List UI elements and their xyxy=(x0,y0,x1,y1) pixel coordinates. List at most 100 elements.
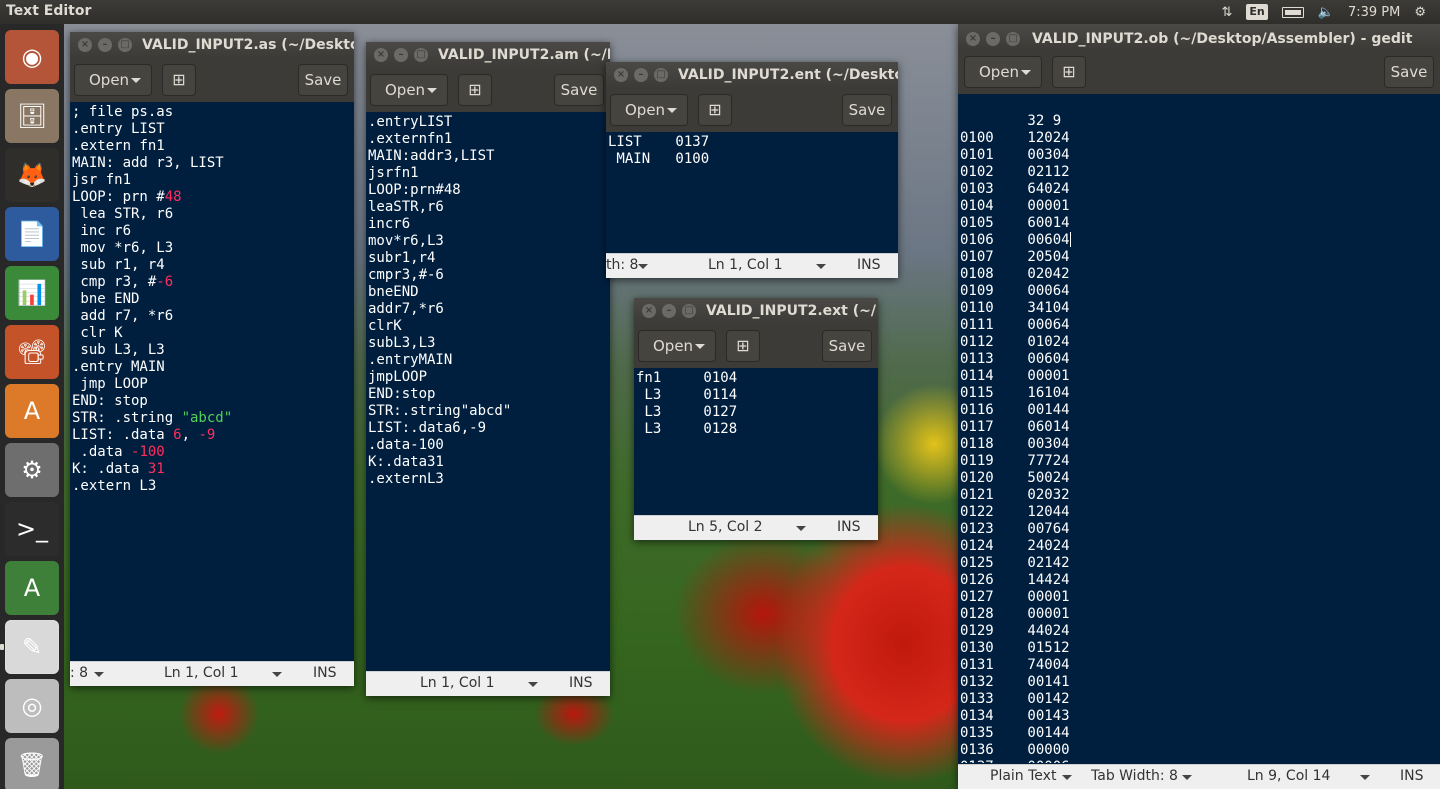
insert-mode[interactable]: INS xyxy=(837,519,861,535)
text-area[interactable]: ; file ps.as .entry LIST .extern fn1 MAIN: … xyxy=(70,104,354,660)
minimize-icon[interactable]: – xyxy=(98,38,112,52)
tab-width-selector[interactable]: th: 8 xyxy=(606,257,638,273)
maximize-icon[interactable]: □ xyxy=(118,38,132,52)
code-token: cmpr3,#-6 xyxy=(368,267,444,283)
terminal-icon[interactable]: >_ xyxy=(5,502,59,556)
minimize-icon[interactable]: – xyxy=(394,48,408,62)
text-area[interactable]: .entryLIST .externfn1 MAIN:addr3,LIST jsrfn… xyxy=(366,114,610,670)
insert-mode[interactable]: INS xyxy=(313,665,337,681)
close-icon[interactable]: × xyxy=(966,32,980,46)
network-icon[interactable]: ⇅ xyxy=(1222,5,1233,20)
cursor-position[interactable]: Ln 5, Col 2 xyxy=(688,519,763,535)
tab-width-selector[interactable]: Tab Width: 8 xyxy=(1091,768,1178,784)
titlebar[interactable]: × – □ VALID_INPUT2.as (~/Desktop xyxy=(70,32,354,58)
open-button[interactable]: Open xyxy=(638,330,716,362)
text-editor-icon[interactable]: ✎ xyxy=(5,620,59,674)
cursor-position[interactable]: Ln 1, Col 1 xyxy=(420,675,495,691)
close-icon[interactable]: × xyxy=(642,304,656,318)
chevron-down-icon[interactable] xyxy=(638,264,648,269)
titlebar[interactable]: × – □ VALID_INPUT2.ob (~/Desktop/Assembl… xyxy=(958,24,1440,50)
editor-window-as[interactable]: × – □ VALID_INPUT2.as (~/Desktop Open ⊞ … xyxy=(70,32,354,686)
save-button[interactable]: Save xyxy=(822,330,872,362)
open-button[interactable]: Open xyxy=(74,64,152,96)
power-gear-icon[interactable]: ⚙ xyxy=(1414,5,1426,20)
code-line: .entry LIST xyxy=(72,121,354,138)
cursor-position[interactable]: Ln 1, Col 1 xyxy=(164,665,239,681)
updater-icon[interactable]: A xyxy=(5,561,59,615)
editor-window-ext[interactable]: × – □ VALID_INPUT2.ext (~/ Open ⊞ Save f… xyxy=(634,298,878,540)
text-area[interactable]: fn1 0104 L3 0114 L3 0127 L3 0128 xyxy=(634,370,878,514)
maximize-icon[interactable]: □ xyxy=(654,68,668,82)
close-icon[interactable]: × xyxy=(614,68,628,82)
titlebar[interactable]: × – □ VALID_INPUT2.ext (~/ xyxy=(634,298,878,324)
minimize-icon[interactable]: – xyxy=(634,68,648,82)
impress-icon[interactable]: 📽 xyxy=(5,325,59,379)
new-document-button[interactable]: ⊞ xyxy=(698,94,732,126)
chevron-down-icon[interactable] xyxy=(816,264,826,269)
editor-window-am[interactable]: × – □ VALID_INPUT2.am (~/D Open ⊞ Save .… xyxy=(366,42,610,696)
chevron-down-icon[interactable] xyxy=(1062,775,1072,780)
code-token: clr K xyxy=(72,325,123,341)
close-icon[interactable]: × xyxy=(78,38,92,52)
insert-mode[interactable]: INS xyxy=(1400,768,1424,784)
language-selector[interactable]: Plain Text xyxy=(990,768,1056,784)
code-token: .externL3 xyxy=(368,471,444,487)
open-button[interactable]: Open xyxy=(610,94,688,126)
chevron-down-icon[interactable] xyxy=(1360,775,1370,780)
chevron-down-icon[interactable] xyxy=(94,672,104,677)
open-button[interactable]: Open xyxy=(370,74,448,106)
dvd-icon[interactable]: ◎ xyxy=(5,679,59,733)
battery-icon[interactable] xyxy=(1281,6,1304,18)
code-line: mov *r6, L3 xyxy=(72,240,354,257)
maximize-icon[interactable]: □ xyxy=(414,48,428,62)
clock[interactable]: 7:39 PM xyxy=(1348,5,1400,20)
code-token: 0136 00000 xyxy=(960,742,1070,758)
firefox-icon[interactable]: 🦊 xyxy=(5,148,59,202)
new-document-button[interactable]: ⊞ xyxy=(458,74,492,106)
code-token: .externfn1 xyxy=(368,131,453,147)
insert-mode[interactable]: INS xyxy=(857,257,881,273)
save-button[interactable]: Save xyxy=(298,64,348,96)
editor-window-ent[interactable]: × – □ VALID_INPUT2.ent (~/Deskto Open ⊞ … xyxy=(606,62,898,278)
volume-icon[interactable]: 🔈 xyxy=(1318,5,1334,20)
insert-mode[interactable]: INS xyxy=(569,675,593,691)
editor-window-ob[interactable]: × – □ VALID_INPUT2.ob (~/Desktop/Assembl… xyxy=(958,24,1440,789)
close-icon[interactable]: × xyxy=(374,48,388,62)
titlebar[interactable]: × – □ VALID_INPUT2.am (~/D xyxy=(366,42,610,68)
trash-icon[interactable]: 🗑 xyxy=(5,738,59,789)
new-document-button[interactable]: ⊞ xyxy=(726,330,760,362)
save-button[interactable]: Save xyxy=(554,74,604,106)
maximize-icon[interactable]: □ xyxy=(682,304,696,318)
writer-icon[interactable]: 📄 xyxy=(5,207,59,261)
chevron-down-icon[interactable] xyxy=(272,672,282,677)
chevron-down-icon[interactable] xyxy=(1182,775,1192,780)
keyboard-layout-indicator[interactable]: En xyxy=(1246,4,1268,20)
text-area[interactable]: LIST 0137 MAIN 0100 xyxy=(606,134,898,252)
minimize-icon[interactable]: – xyxy=(662,304,676,318)
software-center-icon[interactable]: A xyxy=(5,384,59,438)
settings-icon[interactable]: ⚙ xyxy=(5,443,59,497)
code-line: 0137 00006 xyxy=(960,759,1440,763)
text-area[interactable]: 32 9 0100 12024 0101 00304 0102 02112 0103 6… xyxy=(958,113,1440,763)
open-button[interactable]: Open xyxy=(964,56,1042,88)
code-line: .entryMAIN xyxy=(368,352,610,369)
minimize-icon[interactable]: – xyxy=(986,32,1000,46)
chevron-down-icon[interactable] xyxy=(528,682,538,687)
new-document-button[interactable]: ⊞ xyxy=(162,64,196,96)
ubuntu-logo-icon[interactable]: ◉ xyxy=(5,30,59,84)
chevron-down-icon[interactable] xyxy=(796,526,806,531)
new-document-button[interactable]: ⊞ xyxy=(1052,56,1086,88)
maximize-icon[interactable]: □ xyxy=(1006,32,1020,46)
code-token: .extern L3 xyxy=(72,478,157,494)
save-button[interactable]: Save xyxy=(842,94,892,126)
save-button[interactable]: Save xyxy=(1384,56,1434,88)
code-line: 0105 60014 xyxy=(960,215,1440,232)
cursor-position[interactable]: Ln 1, Col 1 xyxy=(708,257,783,273)
titlebar[interactable]: × – □ VALID_INPUT2.ent (~/Deskto xyxy=(606,62,898,88)
cursor-position[interactable]: Ln 9, Col 14 xyxy=(1247,768,1330,784)
toolbar: Open ⊞ Save xyxy=(606,88,898,132)
calc-icon[interactable]: 📊 xyxy=(5,266,59,320)
tab-width-selector[interactable]: : 8 xyxy=(70,665,88,681)
files-icon[interactable]: 🗄 xyxy=(5,89,59,143)
code-line: 0132 00141 xyxy=(960,674,1440,691)
